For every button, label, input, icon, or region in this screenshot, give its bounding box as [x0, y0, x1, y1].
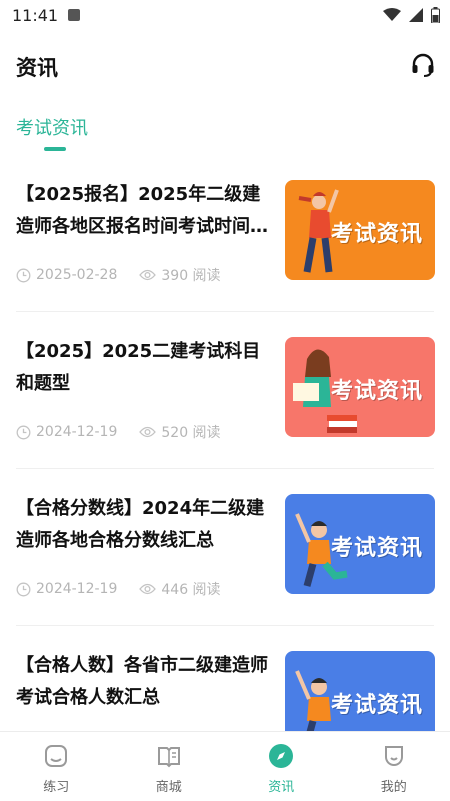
nav-item-shop[interactable]: 商城	[113, 732, 226, 801]
article-thumbnail: 考试资讯	[285, 337, 435, 437]
article-date: 2024-12-19	[36, 581, 118, 597]
article-title: 【合格人数】各省市二级建造师考试合格人数汇总	[16, 655, 268, 708]
nav-label: 商城	[155, 780, 182, 795]
article-title: 【2025】2025二建考试科目和题型	[16, 341, 261, 394]
nav-item-profile[interactable]: 我的	[338, 732, 450, 801]
practice-icon	[45, 745, 68, 767]
nav-label: 我的	[380, 780, 407, 795]
clock-icon	[16, 582, 31, 596]
article-list: 【2025报名】2025年二级建造师各地区报名时间考试时间汇总 2025-02-…	[0, 155, 450, 783]
clock-icon	[16, 268, 31, 282]
bottom-nav: 练习 商城 资讯 我的	[0, 731, 450, 801]
tab-indicator	[44, 147, 66, 151]
wifi-icon	[383, 8, 401, 21]
eye-icon	[139, 583, 157, 595]
nav-label: 练习	[43, 780, 70, 795]
page-title: 资讯	[16, 56, 58, 80]
tab-exam-news[interactable]: 考试资讯	[16, 114, 88, 140]
eye-icon	[139, 269, 157, 281]
thumbnail-text: 考试资讯	[330, 379, 423, 404]
clock-icon	[16, 425, 31, 439]
thumbnail-text: 考试资讯	[330, 222, 423, 247]
profile-icon	[384, 746, 403, 766]
thumbnail-text: 考试资讯	[330, 536, 423, 561]
compass-icon	[269, 744, 294, 768]
thumbnail-text: 考试资讯	[330, 693, 423, 718]
eye-icon	[139, 426, 157, 438]
article-meta: 2024-12-19 520 阅读	[16, 422, 221, 442]
nav-item-news[interactable]: 资讯	[225, 732, 338, 801]
customer-service-icon[interactable]	[410, 52, 436, 78]
status-icons	[383, 7, 440, 23]
article-meta: 2025-02-28 390 阅读	[16, 265, 221, 285]
article-views: 446 阅读	[161, 582, 221, 598]
list-item[interactable]: 【合格分数线】2024年二级建造师各地合格分数线汇总 2024-12-19 44…	[0, 469, 450, 626]
article-thumbnail: 考试资讯	[285, 494, 435, 594]
article-title: 【2025报名】2025年二级建造师各地区报名时间考试时间汇总	[16, 184, 268, 237]
list-item[interactable]: 【2025报名】2025年二级建造师各地区报名时间考试时间汇总 2025-02-…	[0, 155, 450, 312]
article-date: 2024-12-19	[36, 424, 118, 440]
article-thumbnail: 考试资讯	[285, 180, 435, 280]
status-bar: 11:41	[0, 0, 450, 32]
article-title: 【合格分数线】2024年二级建造师各地合格分数线汇总	[16, 498, 265, 551]
book-icon	[157, 747, 180, 768]
article-meta: 2024-12-19 446 阅读	[16, 579, 221, 599]
signal-icon	[409, 8, 423, 22]
nav-label: 资讯	[268, 780, 295, 795]
app-header: 资讯	[0, 40, 450, 92]
article-date: 2025-02-28	[36, 267, 118, 283]
nav-item-practice[interactable]: 练习	[0, 732, 113, 801]
status-time: 11:41	[12, 6, 59, 25]
article-views: 390 阅读	[161, 268, 221, 284]
category-tabs: 考试资讯	[16, 114, 88, 154]
notification-icon	[68, 9, 80, 21]
list-item[interactable]: 【2025】2025二建考试科目和题型 2024-12-19 520 阅读 考试…	[0, 312, 450, 469]
article-views: 520 阅读	[161, 425, 221, 441]
battery-icon	[431, 7, 440, 23]
